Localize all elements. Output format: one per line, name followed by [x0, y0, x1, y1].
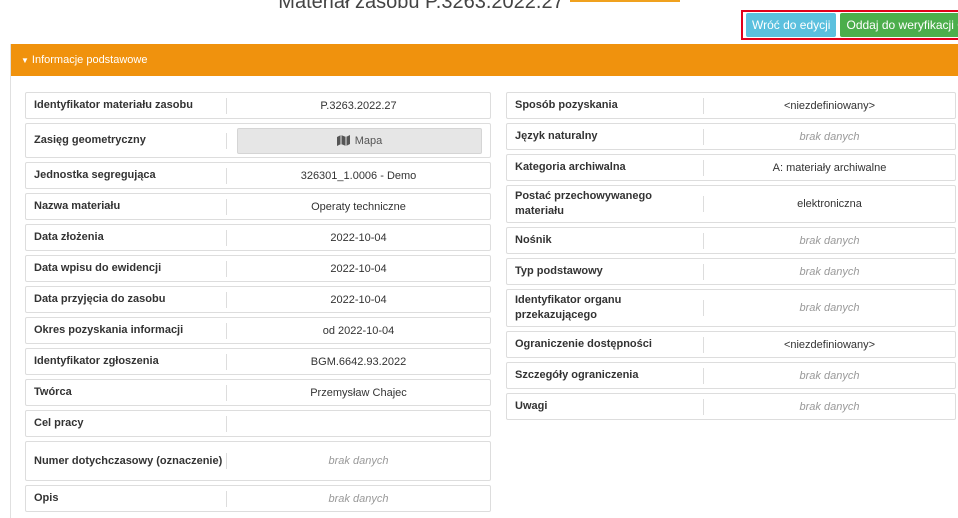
page-title-text: Materiał zasobu P.3263.2022.27 — [278, 0, 564, 13]
field-value: od 2022-10-04 — [322, 324, 395, 337]
action-buttons: Wróć do edycji Oddaj do weryfikacji ODGi… — [741, 10, 958, 40]
field-value: <niezdefiniowany> — [783, 338, 876, 351]
field-row: Opis brak danych — [25, 485, 491, 512]
field-label: Szczegóły ograniczenia — [515, 369, 639, 381]
field-label: Nośnik — [515, 234, 552, 246]
field-label: Opis — [34, 492, 59, 504]
field-row: Sposób pozyskania <niezdefiniowany> — [506, 92, 956, 119]
status-badge — [569, 0, 680, 2]
field-label: Okres pozyskania informacji — [34, 324, 184, 336]
field-label: Data przyjęcia do zasobu — [34, 293, 166, 305]
field-row: Nośnik brak danych — [506, 227, 956, 254]
field-value: brak danych — [799, 369, 860, 382]
map-button-label: Mapa — [354, 134, 383, 147]
field-row: Ograniczenie dostępności <niezdefiniowan… — [506, 331, 956, 358]
field-value: brak danych — [328, 455, 389, 467]
field-value: Przemysław Chajec — [310, 386, 407, 399]
field-value: P.3263.2022.27 — [320, 99, 397, 112]
field-row: Język naturalny brak danych — [506, 123, 956, 150]
field-row: Data wpisu do ewidencji 2022-10-04 — [25, 255, 491, 282]
field-value: brak danych — [799, 265, 860, 278]
field-row: Numer dotychczasowy (oznaczenie) brak da… — [25, 441, 491, 481]
field-value: 326301_1.0006 - Demo — [300, 169, 417, 182]
field-label: Postać przechowywanego materiału — [515, 190, 652, 217]
field-row: Twórca Przemysław Chajec — [25, 379, 491, 406]
left-column: Identyfikator materiału zasobu P.3263.20… — [25, 92, 491, 516]
panel-header-toggle[interactable]: ▼ Informacje podstawowe — [11, 44, 958, 76]
field-label: Nazwa materiału — [34, 200, 121, 212]
field-label: Numer dotychczasowy (oznaczenie) — [34, 454, 223, 467]
field-row: Identyfikator materiału zasobu P.3263.20… — [25, 92, 491, 119]
field-label: Identyfikator materiału zasobu — [34, 99, 193, 111]
field-value: BGM.6642.93.2022 — [310, 355, 407, 368]
field-value: brak danych — [799, 234, 860, 247]
field-row: Uwagi brak danych — [506, 393, 956, 420]
field-label: Język naturalny — [515, 130, 598, 142]
field-label: Uwagi — [515, 400, 548, 412]
field-value: 2022-10-04 — [330, 231, 387, 244]
field-row: Postać przechowywanego materiału elektro… — [506, 185, 956, 223]
field-label: Identyfikator zgłoszenia — [34, 355, 159, 367]
field-label: Cel pracy — [34, 417, 84, 429]
field-value: brak danych — [799, 400, 860, 413]
field-row: Kategoria archiwalna A: materiały archiw… — [506, 154, 956, 181]
caret-down-icon: ▼ — [21, 55, 29, 65]
field-value: brak danych — [799, 130, 860, 143]
field-value: elektroniczna — [797, 198, 862, 210]
field-row: Nazwa materiału Operaty techniczne — [25, 193, 491, 220]
field-value: A: materiały archiwalne — [772, 161, 887, 174]
field-label: Jednostka segregująca — [34, 169, 156, 181]
field-label: Sposób pozyskania — [515, 99, 618, 111]
field-row: Data złożenia 2022-10-04 — [25, 224, 491, 251]
field-row: Okres pozyskania informacji od 2022-10-0… — [25, 317, 491, 344]
field-value: brak danych — [328, 492, 389, 505]
field-row: Data przyjęcia do zasobu 2022-10-04 — [25, 286, 491, 313]
field-label: Typ podstawowy — [515, 265, 603, 277]
map-button[interactable]: Mapa — [237, 127, 482, 154]
field-row: Identyfikator zgłoszenia BGM.6642.93.202… — [25, 348, 491, 375]
field-label: Identyfikator organu przekazującego — [515, 294, 622, 321]
field-value-container: Mapa — [227, 127, 490, 154]
field-row: Typ podstawowy brak danych — [506, 258, 956, 285]
map-icon — [336, 135, 350, 146]
field-value: 2022-10-04 — [330, 262, 387, 275]
field-value: 2022-10-04 — [330, 293, 387, 306]
field-row: Jednostka segregująca 326301_1.0006 - De… — [25, 162, 491, 189]
field-label: Ograniczenie dostępności — [515, 338, 652, 350]
right-column: Sposób pozyskania <niezdefiniowany> Języ… — [506, 92, 956, 424]
field-value: <niezdefiniowany> — [783, 99, 876, 112]
basic-info-panel: ▼ Informacje podstawowe Identyfikator ma… — [10, 44, 958, 518]
field-value: Operaty techniczne — [311, 200, 406, 213]
field-label: Data złożenia — [34, 231, 104, 243]
field-value: brak danych — [799, 302, 860, 314]
field-row: Zasięg geometryczny Mapa — [25, 123, 491, 158]
field-label: Zasięg geometryczny — [34, 134, 146, 146]
panel-title: Informacje podstawowe — [31, 54, 148, 66]
submit-for-verification-button[interactable]: Oddaj do weryfikacji ODGiK — [840, 13, 958, 37]
field-row: Identyfikator organu przekazującego brak… — [506, 289, 956, 327]
field-label: Data wpisu do ewidencji — [34, 262, 162, 274]
field-row: Cel pracy — [25, 410, 491, 437]
field-label: Twórca — [34, 386, 72, 398]
field-label: Kategoria archiwalna — [515, 161, 626, 173]
field-row: Szczegóły ograniczenia brak danych — [506, 362, 956, 389]
back-to-edit-button[interactable]: Wróć do edycji — [746, 13, 837, 37]
